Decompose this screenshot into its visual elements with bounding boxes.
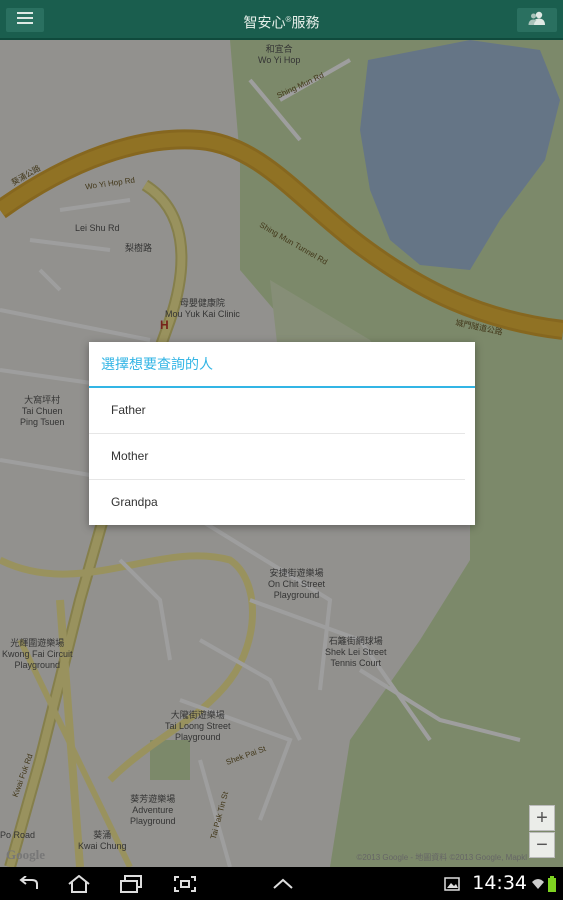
app-title-main: 智安心	[243, 14, 286, 31]
app-title: 智安心®服務	[0, 0, 563, 40]
person-item-mother[interactable]: Mother	[89, 434, 465, 480]
gallery-notification-icon	[442, 873, 462, 895]
battery-icon	[547, 873, 557, 895]
google-logo: Google	[6, 847, 45, 862]
screenshot-icon[interactable]	[172, 873, 198, 895]
app-title-suffix: 服務	[291, 14, 320, 31]
back-icon[interactable]	[16, 873, 42, 895]
dialog-title: 選擇想要查詢的人	[89, 342, 475, 388]
map-copyright: ©2013 Google - 地圖資料 ©2013 Google, Mapkl	[356, 853, 527, 862]
home-icon[interactable]	[66, 873, 92, 895]
contacts-button[interactable]	[517, 8, 557, 32]
status-clock: 14:34	[472, 872, 527, 894]
person-item-grandpa[interactable]: Grandpa	[89, 480, 465, 525]
action-bar: 智安心®服務	[0, 0, 563, 40]
wifi-icon	[531, 873, 545, 895]
person-list: Father Mother Grandpa	[89, 388, 475, 525]
people-icon	[528, 11, 546, 30]
select-person-dialog: 選擇想要查詢的人 Father Mother Grandpa	[89, 342, 475, 525]
zoom-in-button[interactable]: +	[529, 805, 555, 831]
zoom-out-button[interactable]: −	[529, 832, 555, 858]
recent-apps-icon[interactable]	[118, 873, 144, 895]
chevron-up-icon[interactable]	[270, 873, 296, 895]
system-nav-bar: 14:34	[0, 867, 563, 900]
person-item-father[interactable]: Father	[89, 388, 465, 434]
